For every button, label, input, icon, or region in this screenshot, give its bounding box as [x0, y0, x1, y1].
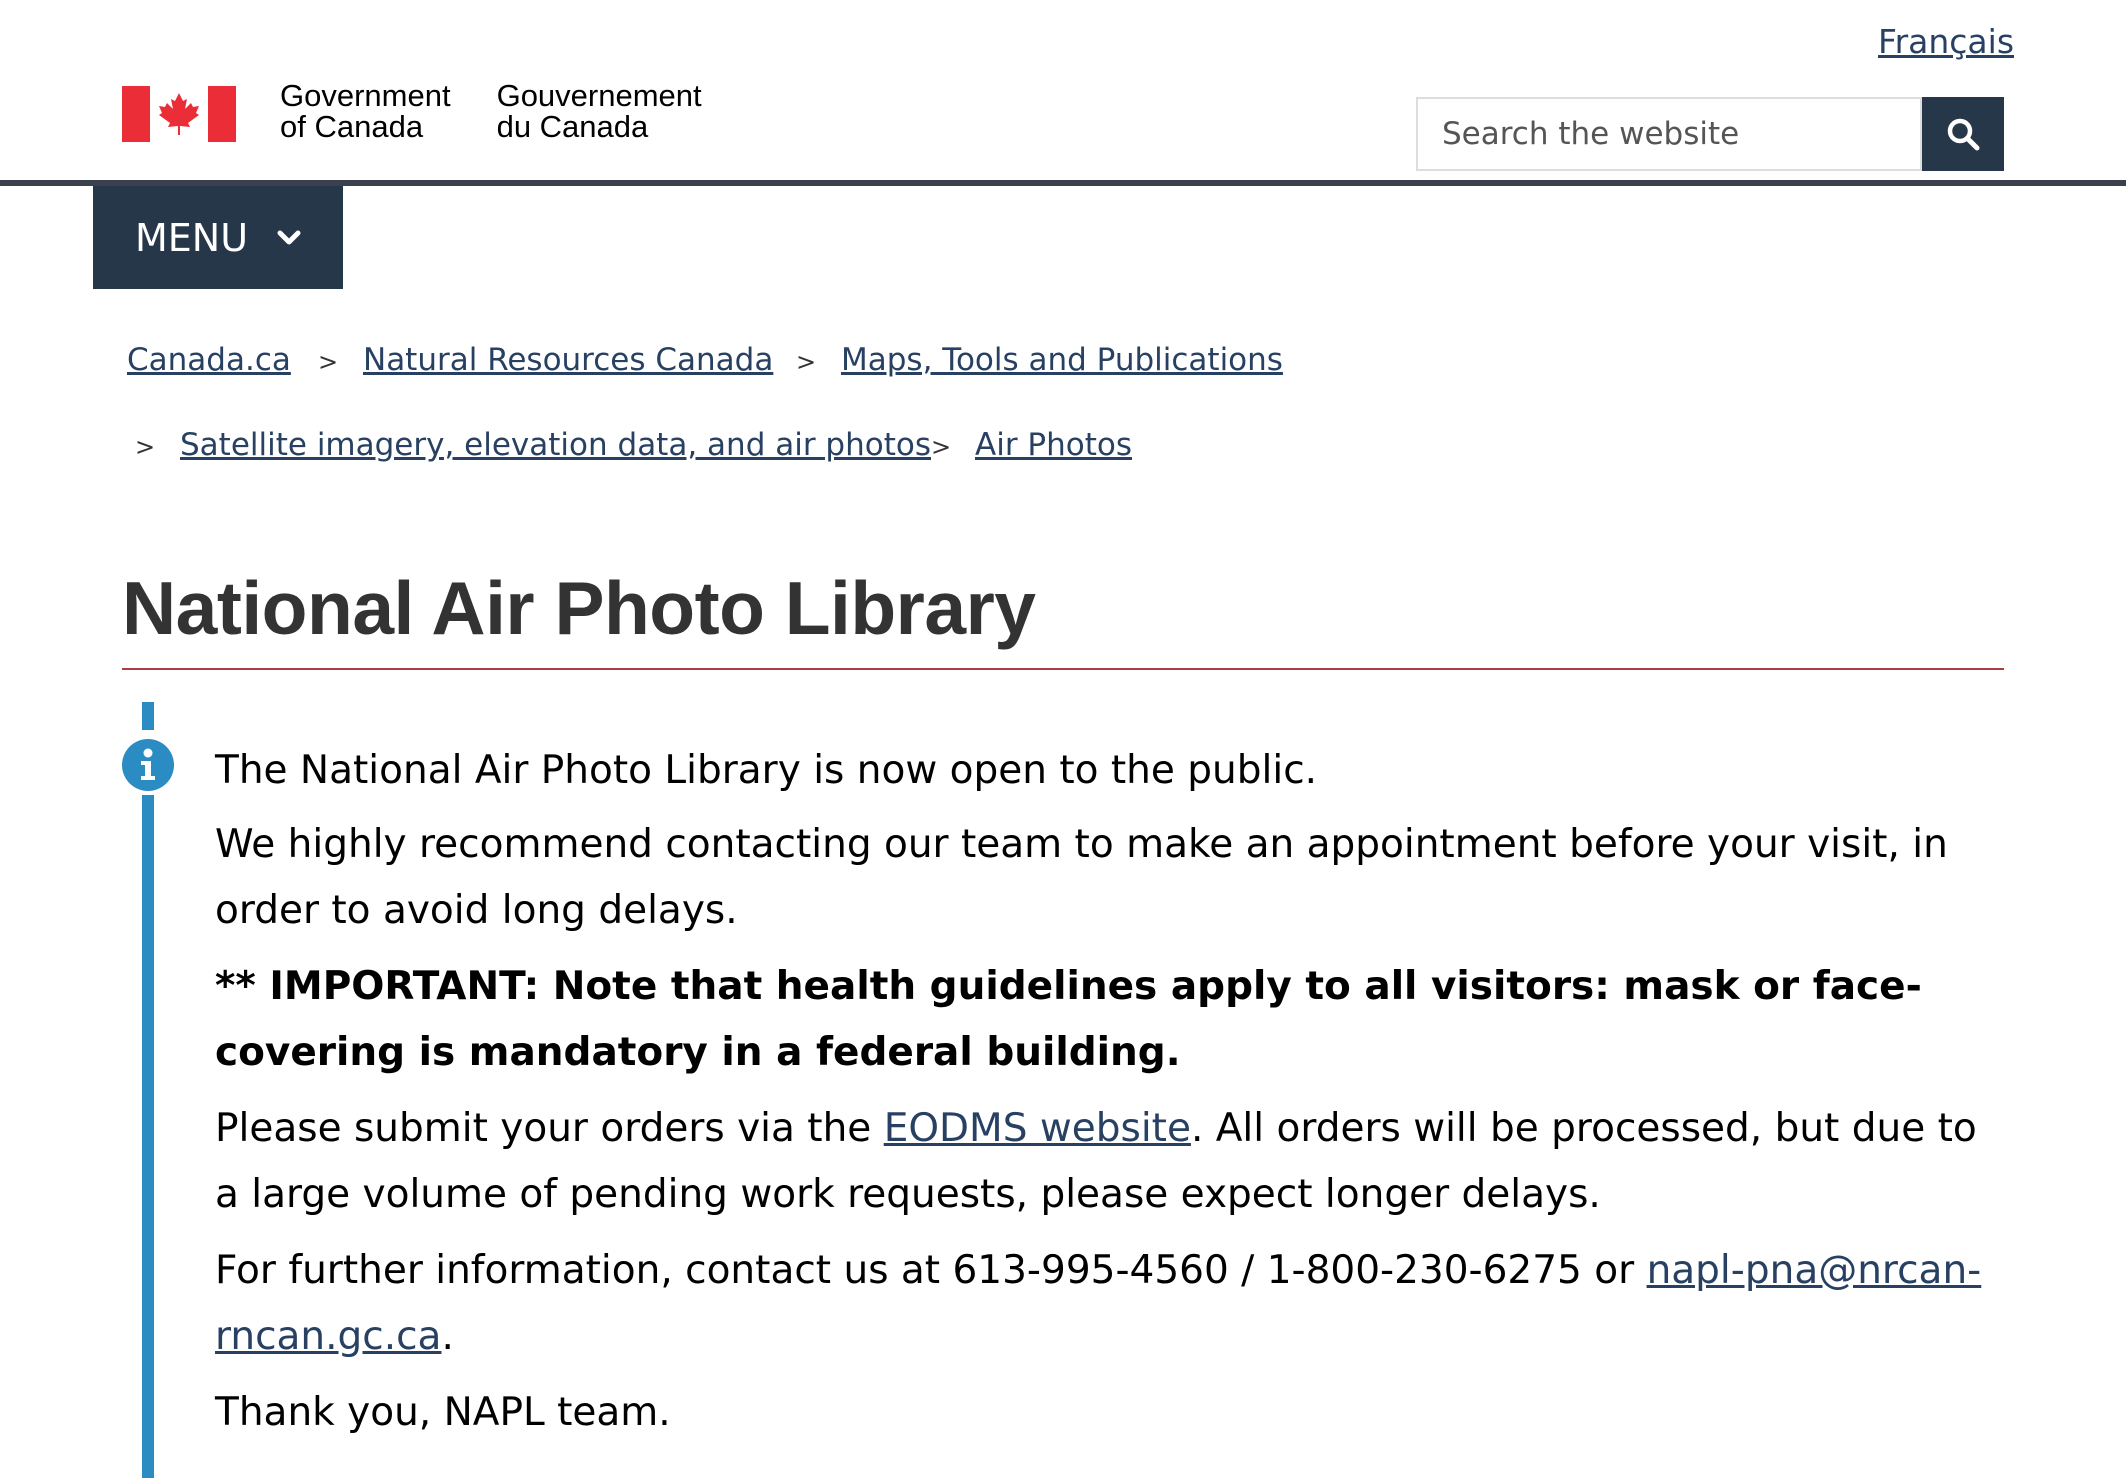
wordmark-english: Government of Canada [280, 80, 451, 142]
alert-orders-text: Please submit your orders via the [215, 1106, 884, 1151]
alert-orders: Please submit your orders via the EODMS … [215, 1096, 2010, 1228]
info-icon [121, 738, 175, 792]
wordmark-fr-line2: du Canada [496, 109, 649, 144]
search-input[interactable] [1416, 97, 1923, 171]
site-search [1416, 97, 2004, 171]
canada-flag-icon [122, 86, 236, 142]
breadcrumb-separator: > [318, 348, 339, 376]
alert-contact: For further information, contact us at 6… [215, 1238, 2010, 1370]
alert-line-open: The National Air Photo Library is now op… [215, 748, 1318, 793]
breadcrumb-separator: > [135, 433, 156, 461]
alert-line-appointment: We highly recommend contacting our team … [215, 822, 1948, 933]
wordmark-french: Gouvernement du Canada [497, 80, 702, 142]
menu-button[interactable]: MENU [93, 186, 343, 289]
breadcrumb-item-air-photos[interactable]: Air Photos [975, 427, 1132, 463]
alert-border [142, 795, 154, 1478]
breadcrumb-item-nrcan[interactable]: Natural Resources Canada [363, 342, 773, 378]
chevron-down-icon [276, 229, 302, 247]
menu-label: MENU [135, 215, 249, 260]
eodms-website-link[interactable]: EODMS website [884, 1106, 1191, 1151]
alert-message: The National Air Photo Library is now op… [215, 738, 2010, 1456]
government-of-canada-signature[interactable]: Government of Canada Gouvernement du Can… [122, 80, 702, 144]
alert-important-text: ** IMPORTANT: Note that health guideline… [215, 964, 1922, 1075]
alert-contact-text: For further information, contact us at 6… [215, 1248, 1647, 1293]
breadcrumb-item-maps-tools[interactable]: Maps, Tools and Publications [841, 342, 1283, 378]
alert-contact-period: . [441, 1314, 454, 1359]
wordmark: Government of Canada Gouvernement du Can… [280, 80, 702, 142]
wordmark-fr-line1: Gouvernement [496, 78, 702, 113]
search-button[interactable] [1922, 97, 2004, 171]
breadcrumb-separator: > [931, 433, 952, 461]
alert-border [142, 702, 154, 730]
search-icon [1947, 118, 1980, 151]
language-toggle-link[interactable]: Français [1878, 22, 2014, 61]
alert-closing: Thank you, NAPL team. [215, 1390, 671, 1435]
wordmark-en-line2: of Canada [280, 109, 424, 144]
page-title: National Air Photo Library [122, 566, 1036, 650]
breadcrumb-item-satellite-imagery[interactable]: Satellite imagery, elevation data, and a… [180, 427, 931, 463]
breadcrumb-separator: > [796, 348, 817, 376]
alert-important: ** IMPORTANT: Note that health guideline… [215, 954, 2010, 1086]
wordmark-en-line1: Government [280, 78, 451, 113]
breadcrumb-item-canada[interactable]: Canada.ca [127, 342, 291, 378]
title-divider [122, 668, 2004, 670]
